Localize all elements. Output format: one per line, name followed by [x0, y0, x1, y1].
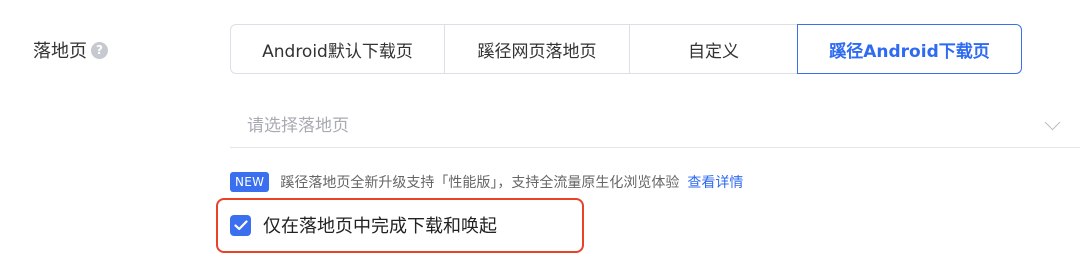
landing-page-field-label: 落地页 ?	[33, 36, 108, 64]
notice-text: 蹊径落地页全新升级支持「性能版」，支持全流量原生化浏览体验	[280, 175, 680, 191]
option-custom[interactable]: 自定义	[629, 24, 798, 74]
option-qijing-android-download-page[interactable]: 蹊径Android下载页	[797, 24, 1022, 74]
chevron-down-icon[interactable]	[1044, 114, 1061, 131]
view-details-link[interactable]: 查看详情	[687, 172, 743, 192]
option-android-default-download-page[interactable]: Android默认下载页	[230, 24, 445, 74]
field-label-text: 落地页	[33, 41, 87, 62]
option-qijing-web-landing-page[interactable]: 蹊径网页落地页	[444, 24, 630, 74]
landing-page-select[interactable]: 请选择落地页	[230, 100, 1080, 148]
checkmark-icon	[233, 219, 248, 230]
checkbox-checked[interactable]	[230, 214, 251, 236]
checkbox-label: 仅在落地页中完成下载和唤起	[263, 216, 497, 237]
new-badge: NEW	[230, 172, 270, 192]
upgrade-notice: NEW 蹊径落地页全新升级支持「性能版」，支持全流量原生化浏览体验 查看详情	[230, 170, 743, 194]
complete-in-landing-page-checkbox-row[interactable]: 仅在落地页中完成下载和唤起	[230, 212, 497, 238]
question-circle-icon[interactable]: ?	[91, 41, 108, 59]
select-placeholder: 请选择落地页	[247, 116, 349, 136]
landing-type-segmented-control: Android默认下载页 蹊径网页落地页 自定义 蹊径Android下载页	[230, 24, 1022, 74]
